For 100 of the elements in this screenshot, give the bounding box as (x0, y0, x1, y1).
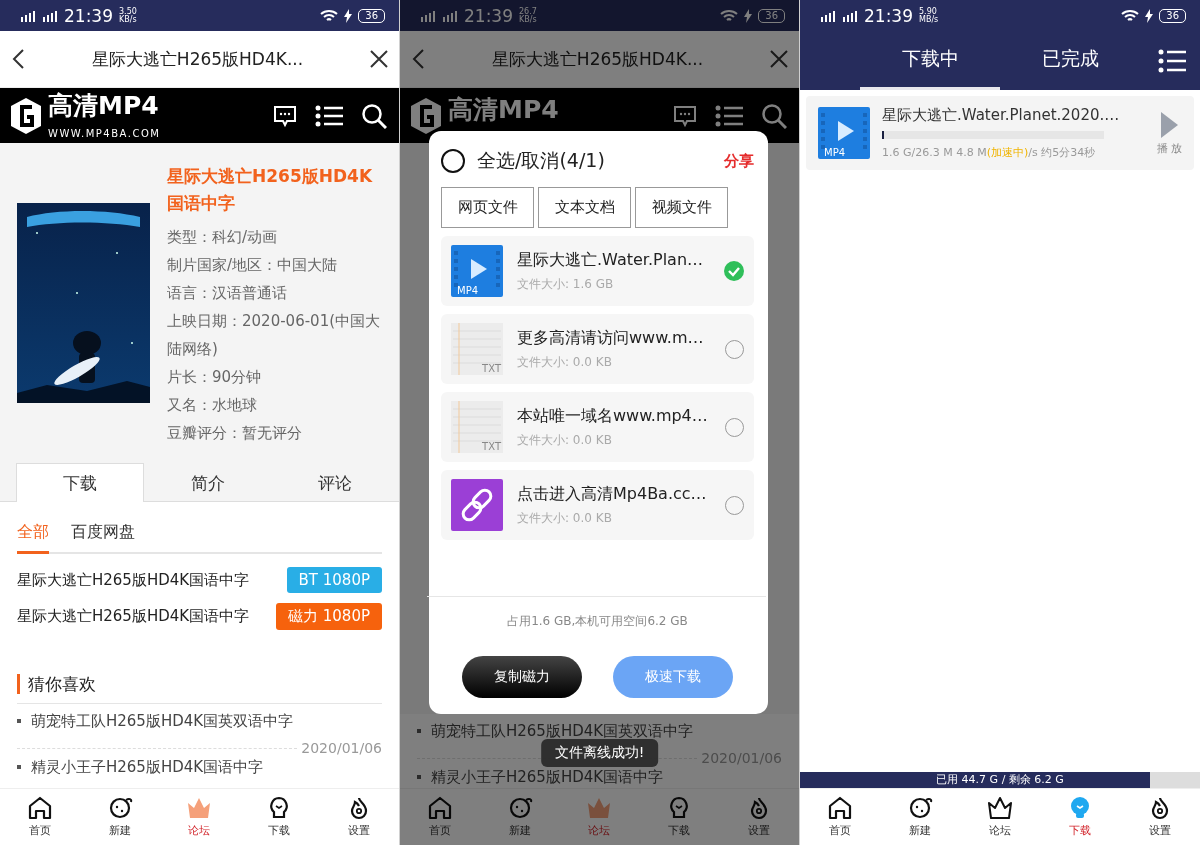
file-size: 文件大小: 1.6 GB (517, 275, 615, 293)
storage-text: 已用 44.7 G / 剩余 6.2 G (936, 773, 1064, 787)
site-logo-name: 高清MP4 (448, 95, 559, 124)
clock-time: 21:39 (464, 5, 513, 26)
text-file-icon (451, 323, 503, 375)
post-date: 2020/01/06 (301, 740, 382, 756)
movie-info: 又名：水地球 (167, 395, 258, 416)
file-name: 本站唯一域名www.mp4… (517, 405, 709, 427)
menu-icon[interactable] (315, 104, 343, 127)
select-all-radio[interactable] (441, 149, 465, 173)
recommendation-link[interactable]: 精灵小王子H265版HD4K国语中字 (431, 767, 664, 787)
nav-tab[interactable]: 论坛 (159, 789, 240, 845)
wifi-icon (720, 8, 739, 23)
nav-tab[interactable]: 设置 (319, 789, 399, 845)
storage-note: 占用1.6 GB,本机可用空间6.2 GB (506, 613, 689, 630)
signal-icon (820, 9, 836, 22)
tab[interactable]: 下载中 (860, 31, 1000, 90)
file-name: 点击进入高清Mp4Ba.cc… (517, 483, 708, 505)
tab[interactable]: 已完成 (1000, 31, 1140, 90)
battery-indicator: 36 (758, 8, 785, 23)
file-type-label: TXT (482, 363, 501, 374)
movie-info: 制片国家/地区：中国大陆 (167, 255, 339, 276)
network-speed: 26.7 KB/s (519, 7, 537, 24)
chat-icon[interactable] (273, 103, 297, 128)
nav-tab[interactable]: 首页 (400, 789, 480, 845)
download-name: 星际大逃亡H265版HD4K国语中字 (17, 570, 250, 590)
video-file-icon (818, 107, 870, 159)
network-speed: 3.50 KB/s (119, 7, 137, 24)
filter-tab[interactable]: 百度网盘 (71, 518, 135, 554)
nav-tab[interactable]: 设置 (1120, 789, 1200, 845)
bullet-icon (17, 765, 21, 769)
wifi-icon (320, 8, 339, 23)
section-title: 猜你喜欢 (17, 674, 96, 694)
nav-tab[interactable]: 下载 (639, 789, 720, 845)
text-file-icon (451, 401, 503, 453)
video-file-icon (451, 245, 503, 297)
close-icon[interactable] (369, 49, 389, 69)
bolt-icon (744, 8, 753, 23)
movie-info: 类型：科幻/动画 (167, 227, 279, 248)
clock-time: 21:39 (864, 5, 913, 26)
file-type-button[interactable]: 网页文件 (441, 187, 534, 228)
recommendation-link[interactable]: 精灵小王子H265版HD4K国语中字 (31, 757, 264, 777)
link-icon (451, 479, 503, 531)
crown-icon (987, 796, 1013, 820)
file-row[interactable]: MP4 星际大逃亡.Water.Plan… 文件大小: 1.6 GB (441, 236, 754, 306)
nav-tab[interactable]: 设置 (719, 789, 799, 845)
file-row[interactable]: 点击进入高清Mp4Ba.cc… 文件大小: 0.0 KB (441, 470, 754, 540)
nav-tab[interactable]: 首页 (800, 789, 880, 845)
copy-magnet-button[interactable]: 复制磁力 (462, 656, 582, 698)
check-icon[interactable] (724, 261, 744, 281)
download-name: 星际大逃亡H265版HD4K国语中字 (17, 606, 250, 626)
network-speed: 5.90 MB/s (919, 7, 939, 24)
movie-info: 片长：90分钟 (167, 367, 263, 388)
back-icon[interactable] (10, 48, 26, 70)
battery-indicator: 36 (1159, 8, 1186, 23)
menu-icon[interactable] (1158, 48, 1186, 73)
nav-tab[interactable]: 下载 (239, 789, 320, 845)
tab[interactable]: 简介 (143, 463, 272, 502)
file-row[interactable]: TXT 本站唯一域名www.mp4… 文件大小: 0.0 KB (441, 392, 754, 462)
file-size: 文件大小: 0.0 KB (517, 509, 613, 527)
home-icon (827, 796, 853, 820)
bolt-icon (344, 8, 353, 23)
file-type-button[interactable]: 文本文档 (538, 187, 631, 228)
site-url: WWW.MP4BA.COM (48, 127, 161, 140)
signal-icon (20, 9, 36, 22)
planet-icon (907, 796, 933, 820)
file-type-button[interactable]: 视频文件 (635, 187, 728, 228)
movie-info: 豆瓣评分：暂无评分 (167, 423, 303, 444)
bolt-icon (1145, 8, 1154, 23)
site-logo-name: 高清MP4 (48, 91, 160, 120)
toast-message: 文件离线成功! (540, 739, 659, 767)
file-type-label: TXT (482, 441, 501, 452)
nav-tab[interactable]: 论坛 (960, 789, 1040, 845)
signal-icon (420, 9, 436, 22)
clock-time: 21:39 (64, 5, 113, 26)
file-size: 文件大小: 0.0 KB (517, 431, 613, 449)
crown-icon (586, 796, 613, 820)
search-icon[interactable] (361, 102, 387, 129)
movie-info: 上映日期：2020-06-01(中国大陆网络) (167, 311, 382, 360)
tab[interactable]: 下载 (16, 463, 144, 502)
home-icon (426, 796, 453, 820)
select-all-label[interactable]: 全选/取消(4/1) (477, 148, 605, 174)
download-stats: 1.6 G/26.3 M 4.8 M(加速中)/s 约5分34秒 (882, 145, 1097, 160)
signal-icon (842, 9, 858, 22)
nav-tab[interactable]: 新建 (880, 789, 960, 845)
nav-tab[interactable]: 新建 (479, 789, 560, 845)
bullet-icon (417, 775, 421, 779)
download-task[interactable]: MP4 星际大逃亡.Water.Planet.2020.… 1.6 G/26.3 M 4.8 M(加速中)/s 约5分34秒 播 放 (806, 96, 1194, 170)
wifi-icon (1121, 8, 1140, 23)
tab[interactable]: 评论 (271, 463, 399, 502)
nav-tab[interactable]: 新建 (79, 789, 160, 845)
recommendation-link[interactable]: 萌宠特工队H265版HD4K国英双语中字 (431, 721, 694, 741)
nav-tab[interactable]: 首页 (0, 789, 80, 845)
recommendation-link[interactable]: 萌宠特工队H265版HD4K国英双语中字 (31, 711, 294, 731)
file-row[interactable]: TXT 更多高清请访问www.m… 文件大小: 0.0 KB (441, 314, 754, 384)
nav-tab[interactable]: 下载 (1040, 789, 1120, 845)
share-link[interactable]: 分享 (724, 151, 754, 171)
file-type-label: MP4 (824, 147, 846, 158)
file-type-label: MP4 (457, 285, 479, 296)
logo-icon (410, 96, 442, 135)
